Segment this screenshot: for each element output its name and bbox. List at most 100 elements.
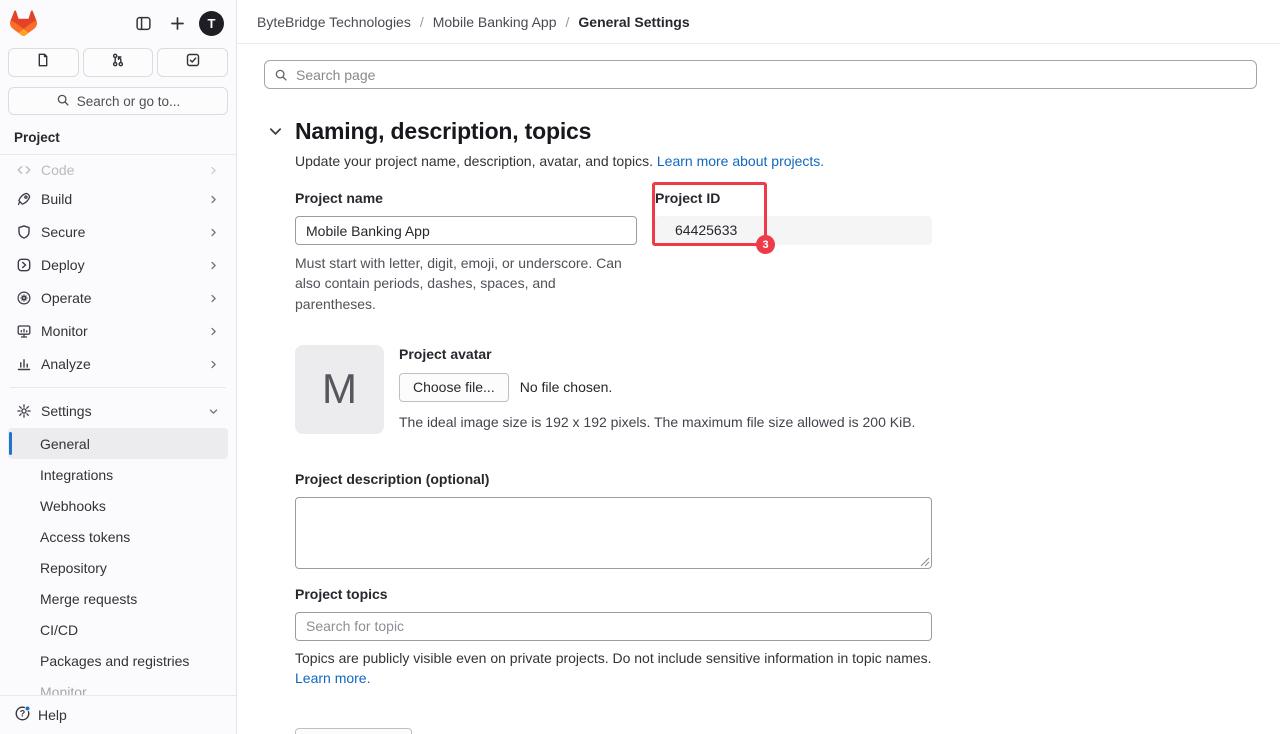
sidebar-item-deploy[interactable]: Deploy [8, 249, 228, 281]
no-file-chosen-text: No file chosen. [520, 379, 613, 395]
divider [10, 387, 226, 388]
sidebar-item-label: Webhooks [40, 498, 106, 514]
sidebar-item-integrations[interactable]: Integrations [8, 459, 228, 490]
project-description-label: Project description (optional) [295, 471, 932, 487]
learn-more-projects-link[interactable]: Learn more about projects. [657, 153, 824, 169]
help-icon: ? [14, 705, 31, 725]
project-avatar-label: Project avatar [399, 346, 915, 362]
sidebar-item-label: Code [41, 162, 74, 178]
avatar-help-text: The ideal image size is 192 x 192 pixels… [399, 414, 915, 430]
chevron-right-icon [207, 193, 220, 206]
project-topics-label: Project topics [295, 586, 932, 602]
sidebar-item-label: Secure [41, 224, 85, 240]
sidebar-item-build[interactable]: Build [8, 183, 228, 215]
topics-help-body: Topics are publicly visible even on priv… [295, 650, 932, 666]
chevron-right-icon [207, 358, 220, 371]
sidebar-item-packages-registries[interactable]: Packages and registries [8, 645, 228, 676]
sidebar-item-analyze[interactable]: Analyze [8, 348, 228, 380]
page-search-input[interactable] [264, 60, 1257, 89]
breadcrumb-group-link[interactable]: ByteBridge Technologies [257, 14, 411, 30]
project-description-textarea[interactable] [295, 497, 932, 569]
app-window: T [0, 0, 1280, 734]
issues-shortcut-button[interactable] [8, 48, 79, 77]
topics-help-text: Topics are publicly visible even on priv… [295, 648, 955, 689]
sidebar-item-settings[interactable]: Settings [8, 395, 228, 427]
rocket-icon [16, 191, 32, 207]
project-avatar-group: M Project avatar Choose file... No file … [295, 345, 932, 434]
chart-icon [16, 356, 32, 372]
sidebar-item-operate[interactable]: Operate [8, 282, 228, 314]
issues-icon [35, 52, 51, 73]
chevron-right-icon [207, 164, 220, 177]
page-title: Naming, description, topics [295, 118, 591, 145]
sidebar-item-monitor[interactable]: Monitor [8, 315, 228, 347]
sidebar-header: T [0, 0, 236, 40]
sidebar-item-cicd[interactable]: CI/CD [8, 614, 228, 645]
project-id-field-group: Project ID 64425633 3 [655, 190, 932, 314]
user-avatar[interactable]: T [199, 11, 224, 36]
sidebar-item-label: Repository [40, 560, 107, 576]
sidebar-item-secure[interactable]: Secure [8, 216, 228, 248]
sidebar-item-webhooks[interactable]: Webhooks [8, 490, 228, 521]
sidebar-item-label: General [40, 436, 90, 452]
sidebar-item-label: Merge requests [40, 591, 137, 607]
section-subtitle: Update your project name, description, a… [295, 153, 1257, 169]
sidebar-item-label: Integrations [40, 467, 113, 483]
project-topics-input[interactable] [295, 612, 932, 641]
subtitle-text: Update your project name, description, a… [295, 153, 653, 169]
sidebar-shortcuts [0, 40, 236, 77]
plus-icon[interactable] [165, 11, 189, 35]
gitlab-logo[interactable] [10, 10, 37, 36]
search-icon [274, 68, 288, 82]
search-or-go-to-button[interactable]: Search or go to... [8, 87, 228, 115]
todo-list-shortcut-button[interactable] [157, 48, 228, 77]
project-id-label: Project ID [655, 190, 932, 206]
help-button[interactable]: ? Help [0, 695, 236, 734]
svg-text:?: ? [20, 709, 26, 719]
collapse-chevron-icon[interactable] [267, 123, 284, 140]
chevron-down-icon [207, 405, 220, 418]
project-topics-group: Project topics Topics are publicly visib… [295, 586, 932, 689]
code-icon [16, 162, 32, 178]
project-name-field-group: Project name Must start with letter, dig… [295, 190, 637, 314]
search-icon [56, 93, 70, 110]
settings-submenu: General Integrations Webhooks Access tok… [0, 428, 236, 695]
sidebar: T [0, 0, 237, 734]
sidebar-item-label: Settings [41, 403, 92, 419]
breadcrumb-current-page: General Settings [578, 14, 689, 30]
project-avatar-preview: M [295, 345, 384, 434]
sidebar-item-label: Deploy [41, 257, 85, 273]
search-or-go-to-label: Search or go to... [77, 94, 181, 109]
sidebar-item-general[interactable]: General [8, 428, 228, 459]
sidebar-item-merge-requests[interactable]: Merge requests [8, 583, 228, 614]
merge-requests-shortcut-button[interactable] [83, 48, 154, 77]
sidebar-item-code[interactable]: Code [8, 158, 228, 182]
sidebar-nav: Code Build [0, 155, 236, 695]
project-name-help: Must start with letter, digit, emoji, or… [295, 253, 637, 314]
project-id-value: 64425633 [655, 216, 932, 245]
chevron-right-icon [207, 226, 220, 239]
topics-learn-more-link[interactable]: Learn more. [295, 670, 370, 686]
sidebar-item-label: Monitor [41, 323, 88, 339]
chevron-right-icon [207, 259, 220, 272]
deploy-icon [16, 257, 32, 273]
help-label: Help [38, 707, 67, 723]
sidebar-item-repository[interactable]: Repository [8, 552, 228, 583]
todo-check-icon [185, 52, 201, 73]
shield-icon [16, 224, 32, 240]
breadcrumb-project-link[interactable]: Mobile Banking App [433, 14, 557, 30]
section-header: Naming, description, topics [267, 118, 1257, 145]
save-changes-button[interactable]: Save changes [295, 728, 412, 734]
sidebar-section-title: Project [0, 115, 236, 154]
project-name-label: Project name [295, 190, 637, 206]
sidebar-toggle-icon[interactable] [131, 11, 155, 35]
sidebar-item-monitor-settings[interactable]: Monitor [8, 676, 228, 695]
sidebar-item-access-tokens[interactable]: Access tokens [8, 521, 228, 552]
choose-file-button[interactable]: Choose file... [399, 373, 509, 402]
main-area: ByteBridge Technologies / Mobile Banking… [237, 0, 1280, 734]
breadcrumb: ByteBridge Technologies / Mobile Banking… [257, 14, 690, 30]
project-name-input[interactable] [295, 216, 637, 245]
page-search [264, 60, 1257, 89]
sidebar-item-label: Packages and registries [40, 653, 189, 669]
breadcrumb-separator: / [566, 14, 570, 30]
